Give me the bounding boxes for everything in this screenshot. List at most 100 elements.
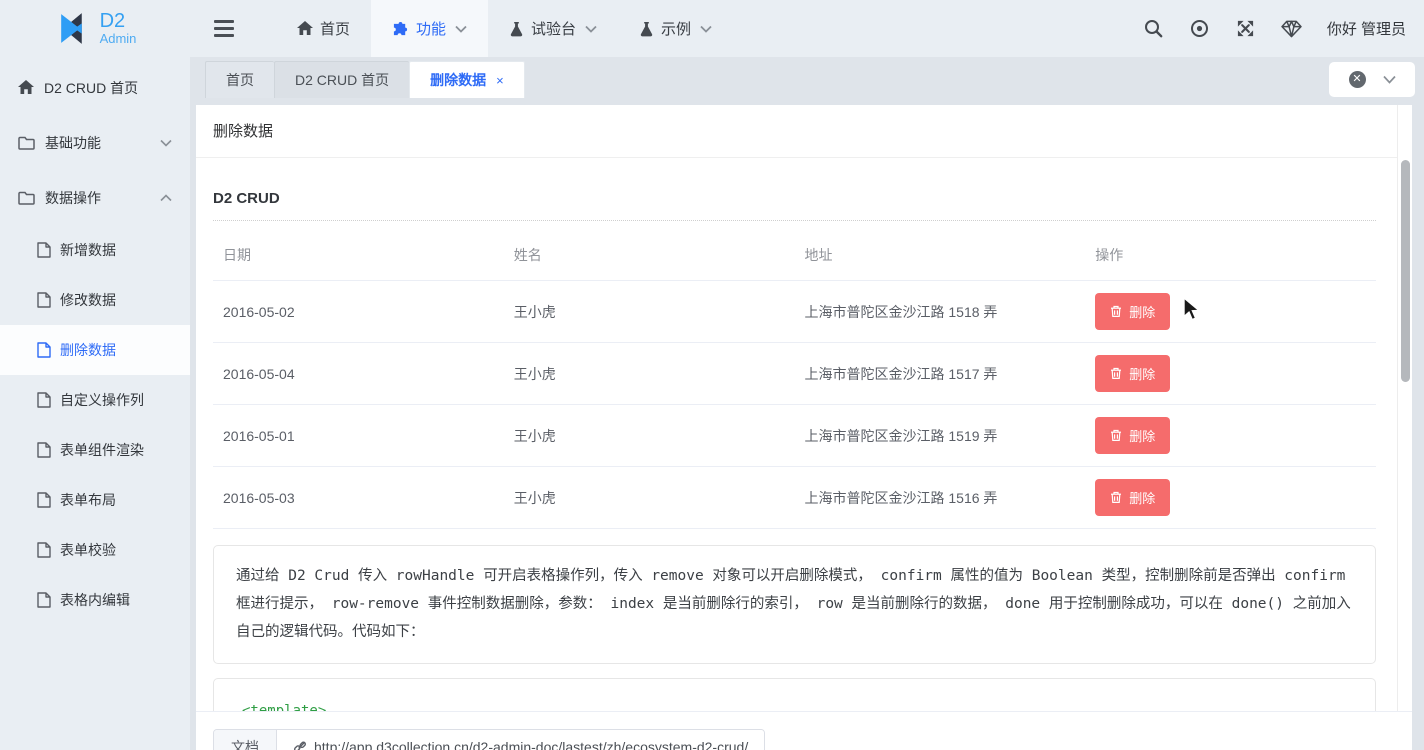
cell-actions: 删除 [1085, 404, 1376, 467]
trash-icon [1111, 491, 1122, 503]
table-row: 2016-05-04 王小虎 上海市普陀区金沙江路 1517 弄 删除 [213, 342, 1376, 405]
doc-url-link[interactable]: http://app.d3collection.cn/d2-admin-doc/… [277, 730, 765, 750]
menu-toggle-button[interactable] [200, 0, 248, 57]
logo-line2: Admin [99, 31, 137, 47]
sidebar-group-label: 数据操作 [45, 189, 101, 206]
scrollbar-thumb[interactable] [1401, 160, 1410, 382]
sidebar-item-crud-home[interactable]: D2 CRUD 首页 [0, 60, 190, 115]
delete-button-label: 删除 [1129, 429, 1156, 444]
file-icon [37, 492, 51, 508]
sidebar-item-label: 修改数据 [60, 292, 116, 308]
sidebar-item-label: 删除数据 [60, 342, 116, 358]
sidebar-item-form-component-render[interactable]: 表单组件渲染 [0, 425, 190, 475]
table-row: 2016-05-01 王小虎 上海市普陀区金沙江路 1519 弄 删除 [213, 404, 1376, 467]
content-card: 删除数据 D2 CRUD 日期 姓名 地址 操作 2016-05-02 王小虎 … [196, 105, 1412, 750]
chevron-down-icon [160, 139, 172, 147]
cell-name: 王小虎 [503, 342, 795, 405]
file-icon [37, 592, 51, 608]
vertical-scrollbar[interactable] [1397, 105, 1412, 750]
open-tabs: 首页 D2 CRUD 首页 删除数据 × [205, 61, 525, 98]
cell-date: 2016-05-04 [213, 342, 504, 405]
log-button[interactable] [1181, 10, 1219, 48]
sidebar-item-custom-action-column[interactable]: 自定义操作列 [0, 375, 190, 425]
sidebar-item-label: 新增数据 [60, 242, 116, 258]
flask-icon [510, 21, 523, 36]
home-icon [18, 80, 34, 94]
cell-address: 上海市普陀区金沙江路 1519 弄 [794, 404, 1086, 467]
tab-options-button[interactable] [1382, 75, 1396, 84]
sidebar: D2 CRUD 首页 基础功能 数据操作 新增数据 修改数据 删除数据 自定义操… [0, 57, 190, 750]
close-tabs-button[interactable]: ✕ [1348, 71, 1366, 88]
nav-label: 试验台 [531, 21, 577, 38]
logo[interactable]: D2 Admin [0, 0, 190, 57]
column-header-address: 地址 [804, 247, 833, 263]
chevron-down-icon [1382, 75, 1396, 84]
cell-actions: 删除 [1085, 466, 1376, 529]
sidebar-item-label: 表格内编辑 [60, 592, 130, 608]
cell-name: 王小虎 [503, 466, 795, 529]
file-icon [37, 542, 51, 558]
tab-label: D2 CRUD 首页 [295, 72, 390, 88]
circle-dot-icon [1191, 20, 1209, 37]
delete-button[interactable]: 删除 [1095, 417, 1171, 454]
delete-button[interactable]: 删除 [1095, 355, 1171, 392]
column-header-date: 日期 [223, 247, 251, 263]
logo-line1: D2 [99, 10, 126, 33]
tab-home[interactable]: 首页 [205, 61, 274, 98]
tab-crud-home[interactable]: D2 CRUD 首页 [274, 61, 410, 98]
doc-link-group: 文档 http://app.d3collection.cn/d2-admin-d… [213, 729, 766, 750]
sidebar-item-edit-data[interactable]: 修改数据 [0, 275, 190, 325]
top-nav: 首页 功能 试验台 示例 [276, 0, 733, 57]
flask-icon [640, 21, 653, 36]
tab-label: 首页 [226, 72, 254, 88]
nav-item-examples[interactable]: 示例 [618, 0, 733, 57]
table-header-row: 日期 姓名 地址 操作 [213, 225, 1376, 281]
sidebar-group-basic[interactable]: 基础功能 [0, 115, 190, 170]
delete-button-label: 删除 [1129, 305, 1156, 320]
sidebar-item-table-inline-edit[interactable]: 表格内编辑 [0, 575, 190, 625]
folder-icon [18, 191, 35, 205]
chevron-down-icon [455, 25, 467, 33]
sidebar-item-label: 表单组件渲染 [60, 442, 144, 458]
sidebar-item-label: 表单校验 [60, 542, 116, 558]
sidebar-item-form-validation[interactable]: 表单校验 [0, 525, 190, 575]
file-icon [37, 342, 51, 358]
cell-date: 2016-05-03 [213, 466, 504, 529]
column-header-name: 姓名 [513, 247, 542, 263]
sidebar-item-add-data[interactable]: 新增数据 [0, 225, 190, 275]
cell-name: 王小虎 [503, 280, 795, 343]
user-greeting[interactable]: 你好 管理员 [1319, 18, 1406, 39]
sidebar-item-delete-data[interactable]: 删除数据 [0, 325, 190, 375]
tab-close-icon[interactable]: × [496, 73, 504, 88]
main-area: 首页 D2 CRUD 首页 删除数据 × ✕ 删除数据 D2 CRUD 日期 姓… [190, 57, 1424, 750]
chevron-down-icon [700, 25, 712, 33]
theme-button[interactable] [1273, 10, 1311, 48]
cell-date: 2016-05-02 [213, 280, 504, 343]
search-button[interactable] [1135, 10, 1173, 48]
nav-item-home[interactable]: 首页 [276, 0, 371, 57]
link-icon [294, 741, 306, 750]
sidebar-group-data-ops[interactable]: 数据操作 [0, 170, 190, 225]
page-title: 删除数据 [196, 105, 1412, 158]
tab-delete-data[interactable]: 删除数据 × [409, 61, 525, 98]
nav-item-features[interactable]: 功能 [371, 0, 489, 57]
cell-date: 2016-05-01 [213, 404, 504, 467]
table-row: 2016-05-03 王小虎 上海市普陀区金沙江路 1516 弄 删除 [213, 466, 1376, 529]
fullscreen-button[interactable] [1227, 10, 1265, 48]
data-table: 日期 姓名 地址 操作 2016-05-02 王小虎 上海市普陀区金沙江路 15… [213, 225, 1376, 529]
tab-label: 删除数据 [430, 72, 487, 88]
dotted-divider [213, 220, 1376, 221]
d2-logo-icon [60, 13, 82, 44]
table-row: 2016-05-02 王小虎 上海市普陀区金沙江路 1518 弄 删除 [213, 280, 1376, 343]
nav-item-playground[interactable]: 试验台 [488, 0, 618, 57]
delete-button[interactable]: 删除 [1095, 293, 1171, 330]
delete-button-label: 删除 [1129, 491, 1156, 506]
search-icon [1145, 20, 1163, 38]
sidebar-group-label: 基础功能 [45, 134, 101, 151]
sidebar-item-form-layout[interactable]: 表单布局 [0, 475, 190, 525]
delete-button[interactable]: 删除 [1095, 479, 1171, 516]
sidebar-item-label: 表单布局 [60, 492, 116, 508]
logo-text: D2 Admin [100, 11, 137, 46]
column-header-actions: 操作 [1095, 247, 1124, 263]
trash-icon [1111, 305, 1122, 317]
